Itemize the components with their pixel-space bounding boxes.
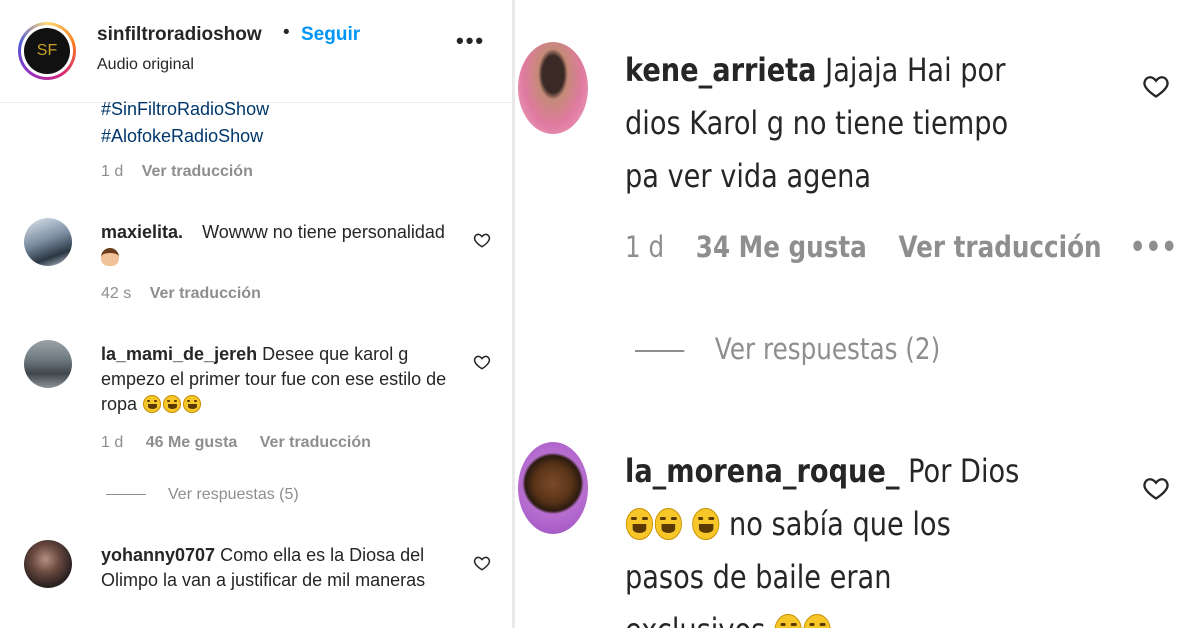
comment-meta: 1 d 34 Me gusta Ver traducción ••• bbox=[625, 230, 1177, 264]
separator-dot: • bbox=[283, 22, 290, 43]
heart-icon[interactable] bbox=[473, 353, 491, 371]
comment-body: Wowww no tiene personalidad bbox=[202, 222, 445, 242]
zoomed-comments-panel: kene_arrieta Jajaja Hai por dios Karol g… bbox=[515, 0, 1200, 628]
replies-label: Ver respuestas (2) bbox=[714, 332, 941, 366]
avatar[interactable] bbox=[24, 218, 72, 266]
comment-body: Por Dios bbox=[908, 452, 1020, 490]
heart-icon[interactable] bbox=[473, 554, 491, 572]
comment-time: 42 s bbox=[101, 285, 132, 302]
comment-text: maxielita. Wowww no tiene personalidad bbox=[101, 220, 466, 270]
translate-link[interactable]: Ver traducción bbox=[150, 285, 261, 302]
laughing-emoji bbox=[183, 394, 202, 413]
header-username[interactable]: sinfiltroradioshow bbox=[97, 24, 262, 46]
heart-icon[interactable] bbox=[1142, 72, 1170, 100]
laughing-emoji bbox=[803, 613, 831, 628]
likes-count[interactable]: 34 Me gusta bbox=[696, 230, 867, 264]
comment-text: la_morena_roque_ Por Dios no sabía que l… bbox=[625, 445, 1033, 628]
comment-meta: 42 s Ver traducción bbox=[101, 285, 261, 303]
more-options-icon[interactable]: ••• bbox=[1130, 230, 1177, 264]
comment-text: la_mami_de_jereh Desee que karol g empez… bbox=[101, 342, 466, 417]
comment-text: yohanny0707 Como ella es la Diosa del Ol… bbox=[101, 543, 466, 593]
comment-text: kene_arrieta Jajaja Hai por dios Karol g… bbox=[625, 44, 1033, 203]
comment-username[interactable]: la_morena_roque_ bbox=[625, 452, 899, 490]
comment-username[interactable]: la_mami_de_jereh bbox=[101, 344, 257, 364]
caption-meta: 1 d Ver traducción bbox=[101, 163, 253, 181]
hashtag[interactable]: #SinFiltroRadioShow bbox=[101, 99, 269, 120]
comment-meta: 1 d 46 Me gusta Ver traducción bbox=[101, 434, 371, 452]
profile-avatar[interactable]: SF bbox=[18, 22, 76, 80]
translate-link[interactable]: Ver traducción bbox=[898, 230, 1101, 264]
caption-time: 1 d bbox=[101, 163, 124, 180]
translate-link[interactable]: Ver traducción bbox=[260, 434, 371, 451]
follow-button[interactable]: Seguir bbox=[301, 24, 360, 46]
avatar[interactable] bbox=[24, 340, 72, 388]
replies-line bbox=[635, 350, 685, 352]
logo-icon: SF bbox=[24, 28, 70, 74]
avatar[interactable] bbox=[518, 442, 588, 534]
view-replies-button[interactable]: Ver respuestas (2) bbox=[635, 332, 940, 366]
heart-icon[interactable] bbox=[473, 231, 491, 249]
facepalm-emoji bbox=[101, 247, 119, 266]
comment-time: 1 d bbox=[101, 434, 124, 451]
likes-count[interactable]: 46 Me gusta bbox=[146, 434, 238, 451]
comment-username[interactable]: yohanny0707 bbox=[101, 545, 215, 565]
laughing-emoji bbox=[654, 507, 682, 540]
comments-panel: SF sinfiltroradioshow • Seguir Audio ori… bbox=[0, 0, 512, 628]
view-replies-button[interactable]: Ver respuestas (5) bbox=[106, 486, 299, 504]
replies-line bbox=[106, 494, 146, 496]
laughing-emoji bbox=[774, 613, 802, 628]
avatar[interactable] bbox=[518, 42, 588, 134]
audio-label[interactable]: Audio original bbox=[97, 56, 194, 74]
laughing-emoji bbox=[163, 394, 182, 413]
comment-username[interactable]: maxielita. bbox=[101, 222, 183, 242]
hashtag[interactable]: #AlofokeRadioShow bbox=[101, 126, 263, 147]
comment-time: 1 d bbox=[625, 230, 665, 264]
translate-link[interactable]: Ver traducción bbox=[142, 163, 253, 180]
more-options-icon[interactable]: ••• bbox=[456, 28, 485, 54]
replies-label: Ver respuestas (5) bbox=[168, 486, 299, 503]
avatar[interactable] bbox=[24, 540, 72, 588]
post-header: SF sinfiltroradioshow • Seguir Audio ori… bbox=[0, 0, 512, 103]
heart-icon[interactable] bbox=[1142, 474, 1170, 502]
laughing-emoji bbox=[625, 507, 654, 540]
comment-username[interactable]: kene_arrieta bbox=[625, 51, 817, 89]
laughing-emoji bbox=[692, 507, 720, 540]
laughing-emoji bbox=[143, 394, 162, 413]
